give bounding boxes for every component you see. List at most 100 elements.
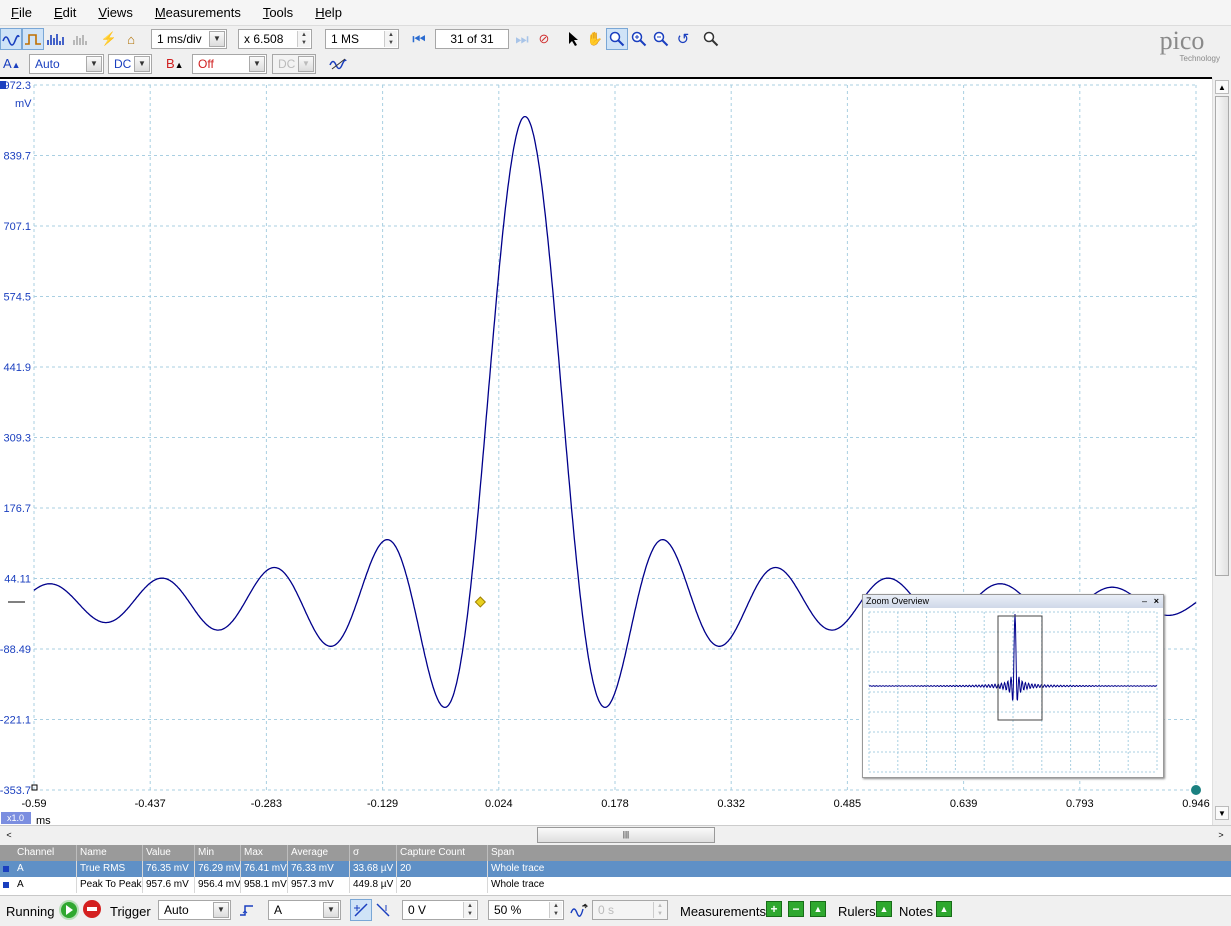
rulers-toggle-button[interactable]: ▲ [876, 901, 892, 917]
menu-edit[interactable]: Edit [43, 0, 87, 26]
channel-b-range-value: Off [198, 57, 214, 71]
x-tick-label: 0.485 [834, 798, 862, 810]
column-header: Span [487, 845, 687, 861]
sample-count-field[interactable]: 1 MS ▲ ▼ [325, 29, 399, 49]
falling-edge-icon[interactable] [372, 899, 394, 921]
x-tick-label: 0.178 [601, 798, 629, 810]
undo-zoom-icon[interactable]: ↺ [672, 28, 694, 50]
channel-a-range-select[interactable]: Auto ▼ [29, 54, 104, 74]
next-buffer-icon[interactable]: ⏭ [511, 28, 533, 50]
vertical-scrollbar[interactable]: ▲ ▼ [1212, 78, 1231, 825]
zoom-tool-icon[interactable] [606, 28, 628, 50]
first-buffer-icon[interactable]: ⏮ [408, 28, 430, 50]
table-cell: Peak To Peak [76, 877, 142, 893]
notes-toggle-button[interactable]: ▲ [936, 901, 952, 917]
zoom-factor-field[interactable]: x 6.508 ▲ ▼ [238, 29, 312, 49]
trigger-mode-select[interactable]: Auto ▼ [158, 900, 231, 920]
channel-a-range-value: Auto [35, 57, 60, 71]
ruler-handle-icon[interactable] [1191, 785, 1201, 795]
add-measurement-button[interactable]: + [766, 901, 782, 917]
spinner-icon: ▲ ▼ [549, 902, 562, 918]
horizontal-scrollbar[interactable]: < ||| > [0, 825, 1231, 845]
edit-measurement-button[interactable]: ▲ [810, 901, 826, 917]
delay-field[interactable]: 0 s ▲ ▼ [592, 900, 668, 920]
channel-a-coupling-select[interactable]: DC ▼ [108, 54, 152, 74]
channel-options-icon[interactable] [327, 53, 349, 75]
table-cell: 33.68 µV [349, 861, 396, 877]
chevron-down-icon: ▼ [298, 56, 314, 72]
scope-view[interactable]: 972.3 839.7 707.1 574.5 441.9 309.3 176.7 44.11… [0, 77, 1212, 825]
trigger-mode-value: Auto [164, 903, 189, 917]
x-tick-label: 0.024 [485, 798, 513, 810]
table-cell: 957.6 mV [142, 877, 194, 893]
spectrum-mode-icon[interactable] [44, 28, 66, 50]
table-header: Channel Name Value Min Max Average σ Capture Co… [0, 845, 1231, 861]
x-tick-label: 0.639 [950, 798, 978, 810]
trigger-source-select[interactable]: A ▼ [268, 900, 341, 920]
auto-setup-icon[interactable]: ⚡ [98, 28, 120, 50]
minimize-icon[interactable]: – [1142, 595, 1147, 608]
row-channel-swatch [3, 882, 9, 888]
run-state-label: Running [6, 904, 55, 919]
scroll-up-icon[interactable]: ▲ [1215, 80, 1229, 94]
trigger-threshold-field[interactable]: 0 V ▲ ▼ [402, 900, 478, 920]
table-cell: 20 [396, 861, 487, 877]
table-row[interactable]: A True RMS 76.35 mV 76.29 mV 76.41 mV 76.33 m… [0, 861, 1231, 877]
scroll-down-icon[interactable]: ▼ [1215, 806, 1229, 820]
pointer-tool-icon[interactable] [562, 28, 584, 50]
y-tick-label: 44.11 [4, 574, 31, 586]
zoom-in-icon[interactable] [628, 28, 650, 50]
trigger-threshold-value: 0 V [408, 903, 427, 917]
channel-a-button[interactable]: A▲ [3, 56, 21, 71]
remove-measurement-button[interactable]: − [788, 901, 804, 917]
vertical-scroll-thumb[interactable] [1215, 96, 1229, 576]
spinner-icon: ▲ ▼ [384, 31, 397, 47]
horizontal-scroll-thumb[interactable]: ||| [537, 827, 715, 843]
channel-b-coupling-select[interactable]: DC ▼ [272, 54, 316, 74]
menu-views[interactable]: Views [87, 0, 143, 26]
scroll-right-icon[interactable]: > [1214, 828, 1228, 842]
zoom-overview-title: Zoom Overview [866, 596, 930, 606]
menu-file[interactable]: File [0, 0, 43, 26]
trigger-type-icon[interactable] [236, 899, 258, 921]
table-row[interactable]: A Peak To Peak 957.6 mV 956.4 mV 958.1 mV 957… [0, 877, 1231, 893]
rising-edge-icon[interactable] [350, 899, 372, 921]
rulers-label: Rulers [838, 904, 876, 919]
zoom-out-icon[interactable] [650, 28, 672, 50]
stop-button[interactable] [83, 900, 101, 918]
menu-tools[interactable]: Tools [252, 0, 304, 26]
buffer-navigator[interactable]: 31 of 31 [435, 29, 509, 49]
notes-label: Notes [899, 904, 933, 919]
zoom-overview-panel[interactable]: Zoom Overview – × [862, 594, 1164, 778]
channel-b-button[interactable]: B▲ [166, 56, 184, 71]
close-icon[interactable]: × [1154, 595, 1159, 608]
compass-icon[interactable]: ⊘ [533, 28, 555, 50]
zoom-overview-titlebar[interactable]: Zoom Overview – × [863, 595, 1163, 608]
x-tick-label: 0.332 [717, 798, 745, 810]
zoom-to-fit-icon[interactable] [700, 28, 722, 50]
zoom-overview-plot[interactable] [863, 608, 1163, 777]
zoom-region-box[interactable] [997, 615, 1043, 721]
table-cell: True RMS [76, 861, 142, 877]
table-cell: 958.1 mV [240, 877, 287, 893]
delay-toggle-icon[interactable] [568, 899, 590, 921]
start-button[interactable] [59, 900, 79, 920]
persistence-mode-icon[interactable] [22, 28, 44, 50]
spectrum-disabled-icon[interactable] [70, 28, 92, 50]
menu-measurements[interactable]: Measurements [144, 0, 252, 26]
channel-b-coupling-value: DC [278, 57, 296, 71]
trigger-marker[interactable] [474, 596, 486, 608]
column-header: Max [240, 845, 287, 861]
scope-mode-icon[interactable] [0, 28, 22, 50]
hand-tool-icon[interactable]: ✋ [584, 28, 606, 50]
y-tick-label: 176.7 [3, 503, 31, 515]
pretrigger-field[interactable]: 50 % ▲ ▼ [488, 900, 564, 920]
home-icon[interactable]: ⌂ [120, 28, 142, 50]
timebase-select[interactable]: 1 ms/div ▼ [151, 29, 227, 49]
table-cell: 76.33 mV [287, 861, 349, 877]
channel-b-range-select[interactable]: Off ▼ [192, 54, 267, 74]
table-cell: 76.35 mV [142, 861, 194, 877]
channel-a-axis-marker [0, 81, 6, 89]
menu-help[interactable]: Help [304, 0, 353, 26]
scroll-left-icon[interactable]: < [2, 828, 16, 842]
